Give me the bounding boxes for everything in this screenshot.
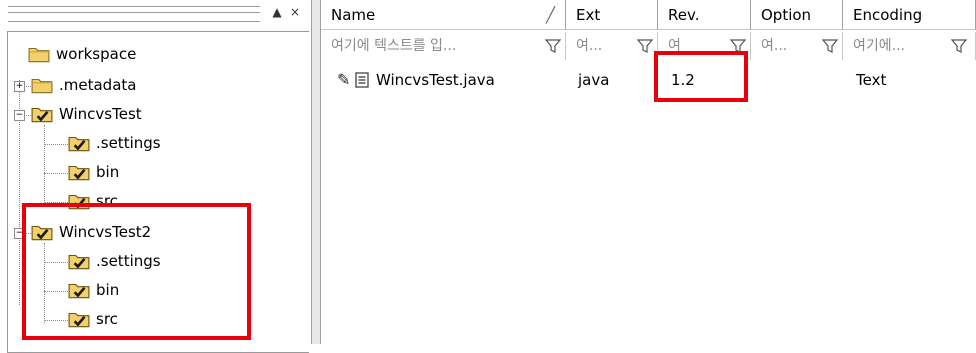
highlight-box bbox=[22, 203, 251, 340]
panel-grip[interactable] bbox=[8, 6, 260, 22]
autohide-button[interactable]: ▲ bbox=[270, 4, 284, 20]
filter-input-option[interactable]: 여... bbox=[751, 32, 843, 60]
filter-input-ext[interactable]: 여... bbox=[566, 32, 658, 60]
text-file-icon bbox=[355, 72, 369, 88]
tree-connector bbox=[44, 144, 68, 145]
tree-item-label: .metadata bbox=[59, 76, 137, 94]
highlight-box bbox=[654, 51, 748, 102]
tree-item-label: WincvsTest bbox=[59, 105, 142, 123]
tree-connector bbox=[44, 125, 45, 205]
tree-item-workspace[interactable]: workspace bbox=[28, 40, 136, 68]
filter-placeholder: 여... bbox=[761, 38, 788, 54]
tree-item-wincvstest[interactable]: WincvsTest bbox=[31, 100, 142, 128]
close-panel-button[interactable]: × bbox=[288, 4, 302, 20]
column-header-label: Option bbox=[761, 6, 812, 24]
tree-item-bin[interactable]: bin bbox=[68, 158, 119, 186]
left-panel: ▲ × + − − workspace .metadata WincvsTest bbox=[0, 0, 311, 353]
filter-icon[interactable] bbox=[545, 38, 561, 54]
tree-item-settings[interactable]: .settings bbox=[68, 129, 161, 157]
file-ext: java bbox=[578, 71, 610, 89]
tree-item-metadata[interactable]: .metadata bbox=[31, 71, 136, 99]
cvs-folder-icon bbox=[68, 134, 90, 152]
tree-connector bbox=[44, 173, 68, 174]
splitter[interactable] bbox=[311, 0, 321, 344]
table-row[interactable]: ✎ WincvsTest.java java 1.2 Text bbox=[321, 66, 976, 94]
tree-item-label: workspace bbox=[56, 45, 137, 63]
sort-indicator-icon: ╱ bbox=[545, 6, 555, 24]
collapse-toggle[interactable]: − bbox=[14, 110, 25, 121]
filter-placeholder: 여... bbox=[576, 38, 603, 54]
filter-icon[interactable] bbox=[637, 38, 653, 54]
file-name: WincvsTest.java bbox=[376, 71, 495, 89]
filter-icon[interactable] bbox=[951, 38, 967, 54]
column-header-option[interactable]: Option bbox=[751, 0, 843, 30]
filter-input-name[interactable]: 여기에 텍스트를 입... bbox=[321, 32, 566, 60]
expand-toggle[interactable]: + bbox=[14, 81, 25, 92]
folder-icon bbox=[31, 76, 53, 94]
filter-input-encoding[interactable]: 여기에... bbox=[843, 32, 976, 60]
filter-placeholder: 여기에 텍스트를 입... bbox=[331, 38, 457, 54]
column-header-encoding[interactable]: Encoding bbox=[843, 0, 976, 30]
cvs-folder-icon bbox=[31, 105, 53, 123]
file-encoding: Text bbox=[856, 71, 887, 89]
column-header-label: Encoding bbox=[853, 6, 923, 24]
tree-item-label: .settings bbox=[96, 134, 161, 152]
column-header-label: Rev. bbox=[668, 6, 700, 24]
tree-item-label: bin bbox=[96, 163, 120, 181]
column-header-label: Name bbox=[331, 6, 376, 24]
column-header-label: Ext bbox=[576, 6, 601, 24]
file-list: Name ╱ Ext Rev. Option Encoding 여기에 텍스트를… bbox=[321, 0, 976, 344]
folder-icon bbox=[28, 45, 50, 63]
column-header-name[interactable]: Name ╱ bbox=[321, 0, 566, 30]
filter-icon[interactable] bbox=[822, 38, 838, 54]
modified-pencil-icon: ✎ bbox=[337, 70, 351, 89]
filter-placeholder: 여기에... bbox=[853, 38, 905, 54]
column-header-ext[interactable]: Ext bbox=[566, 0, 658, 30]
cvs-folder-icon bbox=[68, 163, 90, 181]
column-header-rev[interactable]: Rev. bbox=[658, 0, 751, 30]
